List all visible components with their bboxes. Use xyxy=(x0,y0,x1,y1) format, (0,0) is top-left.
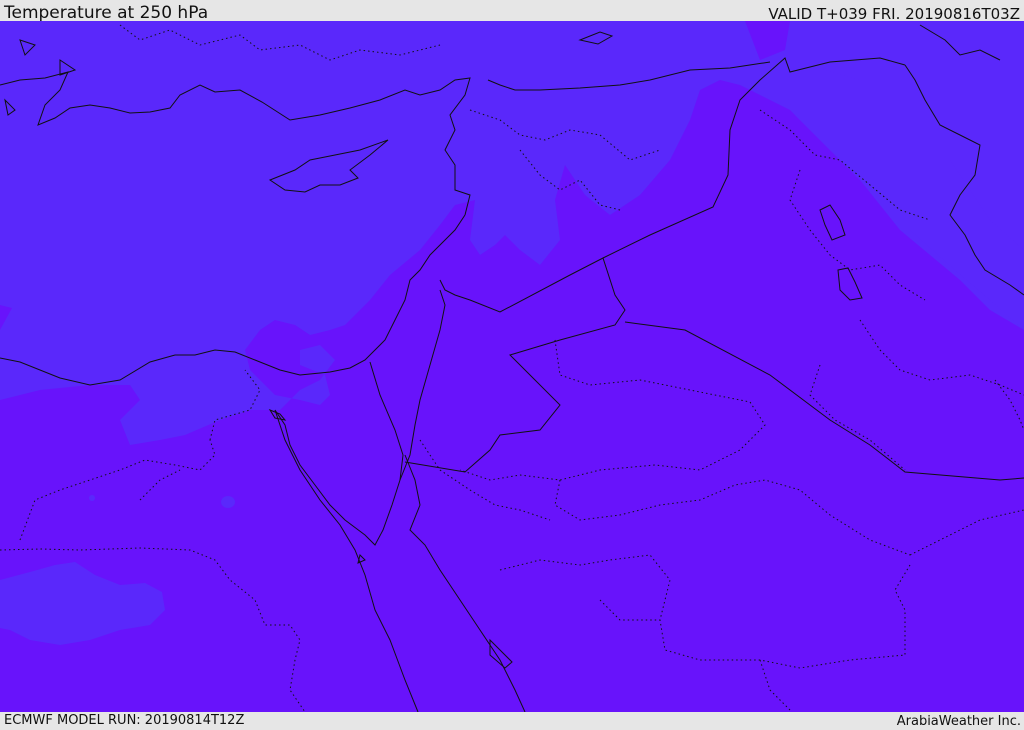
credit-label: ArabiaWeather Inc. xyxy=(896,714,1021,729)
weather-map-screen: Temperature at 250 hPa VALID T+039 FRI. … xyxy=(0,0,1024,729)
temperature-map[interactable] xyxy=(0,21,1024,712)
model-run-label: ECMWF MODEL RUN: 20190814T12Z xyxy=(4,713,245,728)
header-bar: Temperature at 250 hPa VALID T+039 FRI. … xyxy=(0,0,1024,23)
map-title: Temperature at 250 hPa xyxy=(4,3,209,23)
cold-blob-2 xyxy=(89,495,95,501)
cold-blob-1 xyxy=(221,496,235,508)
footer-bar: ECMWF MODEL RUN: 20190814T12Z ArabiaWeat… xyxy=(0,712,1024,729)
